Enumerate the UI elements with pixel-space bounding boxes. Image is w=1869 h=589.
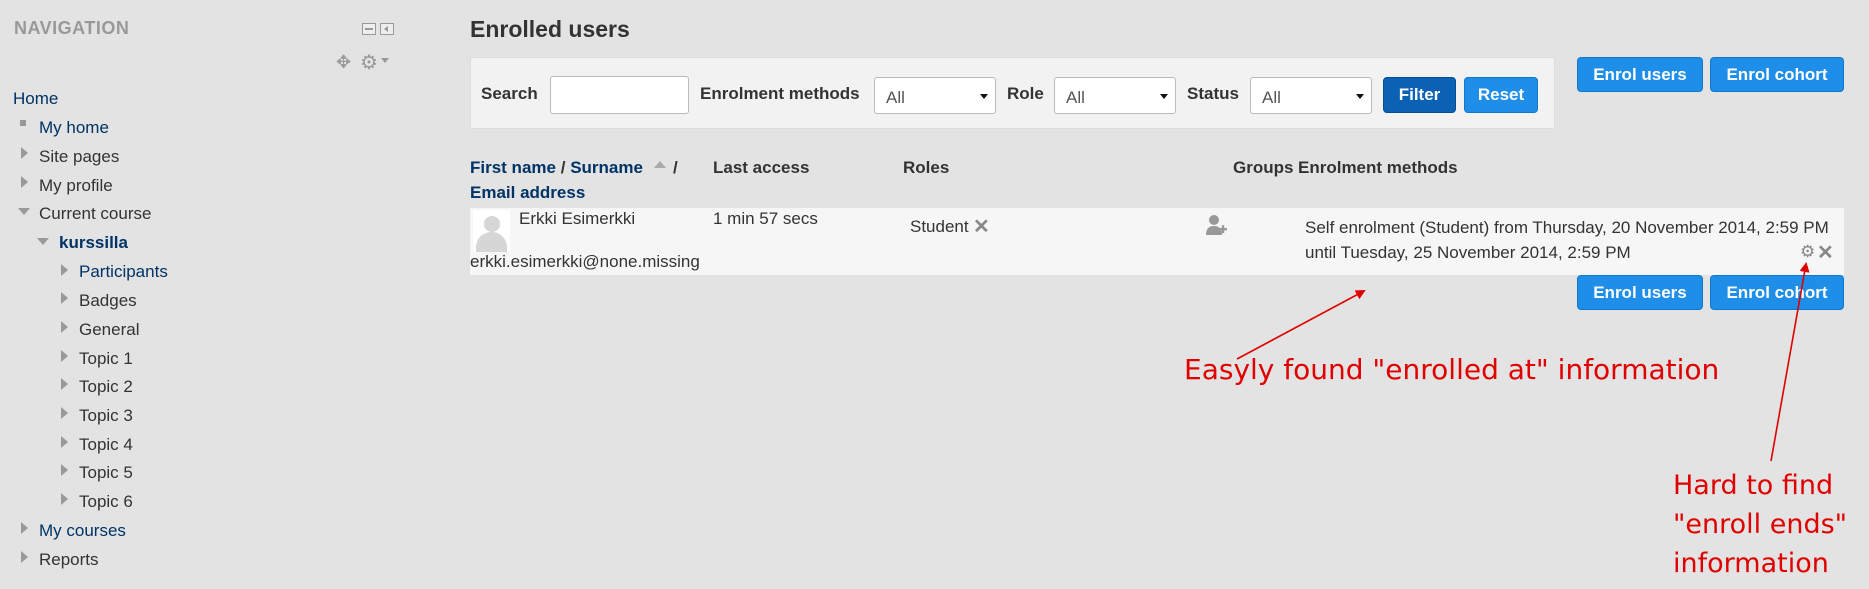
annotation-line: information: [1673, 548, 1829, 579]
annotation-arrows: [1236, 262, 1810, 462]
annotation-line: "enroll ends": [1673, 509, 1848, 540]
annotation-easily-found: Easyly found "enrolled at" information: [1184, 353, 1720, 386]
annotation-line: Hard to find: [1673, 470, 1834, 501]
annotation-hard-to-find: Hard to find "enroll ends" information: [1673, 466, 1847, 583]
